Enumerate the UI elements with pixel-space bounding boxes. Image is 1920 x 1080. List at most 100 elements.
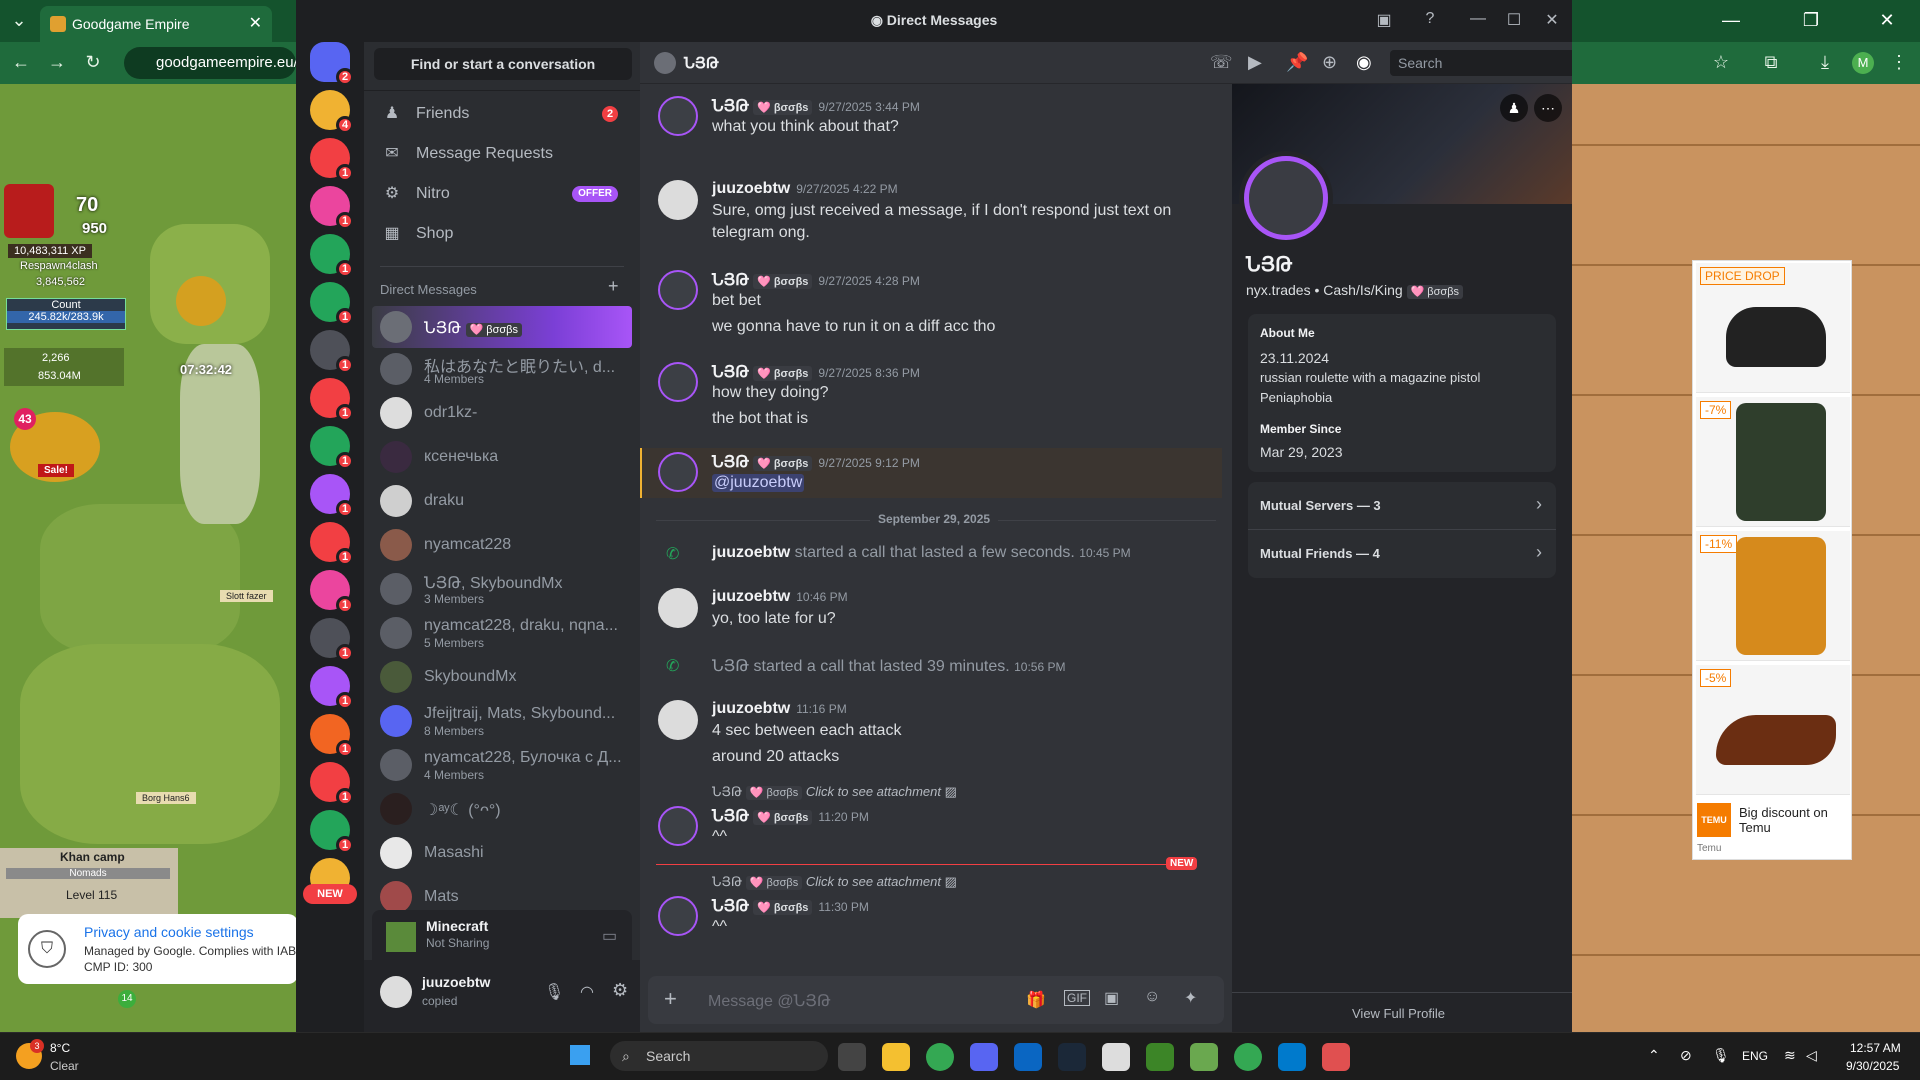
restore-icon[interactable]: ❐: [1800, 10, 1822, 31]
user-name[interactable]: juuzoebtw: [422, 974, 490, 990]
nav-friends[interactable]: ♟ Friends 2: [372, 94, 632, 134]
dm-item[interactable]: nyamcat228, Булочка с Д... 4 Members: [372, 744, 632, 786]
file-explorer-icon[interactable]: [882, 1043, 910, 1071]
bookmark-star-icon[interactable]: ☆: [1710, 52, 1732, 73]
call-who[interactable]: juuzoebtw: [712, 544, 790, 561]
guild-icon-13[interactable]: 1: [310, 666, 354, 710]
download-icon[interactable]: ⤓: [1814, 52, 1836, 73]
chat-search-input[interactable]: Search⌕: [1390, 50, 1572, 76]
gift-icon[interactable]: 🎁: [1026, 990, 1046, 1010]
reload-icon[interactable]: ↻: [82, 52, 104, 73]
voice-call-icon[interactable]: ☏: [1210, 52, 1233, 73]
taskbar-search[interactable]: ⌕ Search: [610, 1041, 828, 1071]
guild-icon-6[interactable]: 1: [310, 330, 354, 374]
mail-app-icon[interactable]: [1322, 1043, 1350, 1071]
dm-item[interactable]: draku: [372, 480, 632, 522]
avatar[interactable]: [658, 270, 698, 310]
tab-goodgame-empire[interactable]: Goodgame Empire ✕: [40, 6, 272, 42]
guild-icon-5[interactable]: 1: [310, 282, 354, 326]
settings-gear-icon[interactable]: ⚙: [612, 980, 628, 1001]
find-conversation-button[interactable]: Find or start a conversation: [374, 48, 632, 80]
dm-item[interactable]: odr1kz-: [372, 392, 632, 434]
chat-title[interactable]: ՆՅԹ: [684, 54, 719, 72]
guild-icon-11[interactable]: 1: [310, 570, 354, 614]
camp-panel[interactable]: Khan camp Nomads Level 115: [0, 848, 178, 918]
guild-icon-16[interactable]: 1: [310, 810, 354, 854]
guild-icon-3[interactable]: 1: [310, 186, 354, 230]
dm-item[interactable]: ☽ᵃʸ☾ (°ᴖ°): [372, 788, 632, 830]
avatar[interactable]: [658, 896, 698, 936]
reply-preview[interactable]: ՆՅԹ 🩷 βσσβs Click to see attachment ▨: [712, 874, 957, 890]
player-banner-icon[interactable]: [4, 184, 54, 238]
video-call-icon[interactable]: ▶: [1248, 52, 1262, 73]
mouse-app-icon[interactable]: [1102, 1043, 1130, 1071]
reply-preview[interactable]: ՆՅԹ 🩷 βσσβs Click to see attachment ▨: [712, 784, 957, 800]
guild-icon-8[interactable]: 1: [310, 426, 354, 470]
user-avatar[interactable]: [380, 976, 412, 1008]
dm-item-active[interactable]: ՆՅԹ 🩷 βσσβs: [372, 306, 632, 348]
ad-product-jacket-yellow[interactable]: -11%: [1696, 531, 1850, 661]
minimize-icon[interactable]: —: [1720, 10, 1742, 31]
user-profile-icon[interactable]: ◉: [1356, 52, 1372, 73]
author[interactable]: juuzoebtw: [712, 588, 790, 605]
guild-icon-1[interactable]: 4: [310, 90, 354, 134]
author[interactable]: ՆՅԹ: [712, 364, 749, 381]
wifi-icon[interactable]: ≋: [1784, 1047, 1796, 1064]
steam-icon[interactable]: [1058, 1043, 1086, 1071]
linkedin-icon[interactable]: [1014, 1043, 1042, 1071]
author[interactable]: ՆՅԹ: [712, 898, 749, 915]
microphone-icon[interactable]: 🎙: [544, 982, 564, 1002]
ad-product-jacket-green[interactable]: -7%: [1696, 397, 1850, 527]
mutual-friends-row[interactable]: Mutual Friends — 4 ›: [1248, 530, 1556, 578]
guild-icon-2[interactable]: 1: [310, 138, 354, 182]
add-friend-icon[interactable]: ♟: [1500, 94, 1528, 122]
profile-avatar[interactable]: [1244, 156, 1328, 240]
nav-nitro[interactable]: ⚙ Nitro OFFER: [372, 174, 632, 214]
discord-icon[interactable]: [970, 1043, 998, 1071]
dm-item[interactable]: nyamcat228: [372, 524, 632, 566]
guild-icon-12[interactable]: 1: [310, 618, 354, 662]
attach-plus-icon[interactable]: +: [664, 986, 677, 1012]
tray-chevron-icon[interactable]: ⌃: [1648, 1047, 1660, 1064]
headphones-icon[interactable]: ◠: [580, 982, 594, 1002]
gif-icon[interactable]: GIF: [1064, 990, 1090, 1006]
new-unreads-pill[interactable]: NEW: [303, 884, 357, 904]
menu-icon[interactable]: ⋮: [1888, 52, 1910, 73]
dm-item[interactable]: ՆՅԹ, SkyboundMx 3 Members: [372, 568, 632, 610]
tab-list-icon[interactable]: ⌄: [8, 10, 30, 31]
dm-item[interactable]: SkyboundMx: [372, 656, 632, 698]
castle-label-1[interactable]: Slott fazer: [220, 590, 273, 602]
mention-pill[interactable]: @juuzoebtw: [712, 474, 805, 492]
forward-icon[interactable]: →: [46, 52, 68, 73]
vscode-icon[interactable]: [1278, 1043, 1306, 1071]
castle-label-2[interactable]: Borg Hans6: [136, 792, 196, 804]
close-tab-icon[interactable]: ✕: [249, 6, 262, 42]
guild-icon-4[interactable]: 1: [310, 234, 354, 278]
help-icon[interactable]: ?: [1418, 10, 1442, 28]
emoji-icon[interactable]: ☺: [1144, 988, 1160, 1006]
nav-shop[interactable]: ▦ Shop: [372, 214, 632, 254]
avatar[interactable]: [658, 180, 698, 220]
author[interactable]: juuzoebtw: [712, 700, 790, 717]
minecraft-icon[interactable]: [1146, 1043, 1174, 1071]
avatar[interactable]: [658, 452, 698, 492]
dm-item[interactable]: 私はあなたと眠りたい, d... 4 Members: [372, 348, 632, 390]
avatar[interactable]: [658, 806, 698, 846]
author[interactable]: juuzoebtw: [712, 180, 790, 197]
guild-icon-15[interactable]: 1: [310, 762, 354, 806]
chrome-icon[interactable]: [926, 1043, 954, 1071]
mutual-servers-row[interactable]: Mutual Servers — 3 ›: [1248, 482, 1556, 530]
task-view-icon[interactable]: [838, 1043, 866, 1071]
event-timer-icon[interactable]: [176, 276, 226, 326]
activity-panel[interactable]: Minecraft Not Sharing ▭: [372, 910, 632, 962]
call-who[interactable]: ՆՅԹ: [712, 658, 749, 675]
ad-footer[interactable]: Big discount on Temu: [1739, 805, 1849, 835]
profile-avatar[interactable]: M: [1852, 52, 1874, 74]
dm-item[interactable]: Jfeijtraij, Mats, Skybound... 8 Members: [372, 700, 632, 742]
volume-icon[interactable]: ◁: [1806, 1047, 1817, 1064]
screen-share-icon[interactable]: ▭: [602, 926, 617, 946]
clock-time[interactable]: 12:57 AM: [1850, 1041, 1901, 1055]
temu-ad[interactable]: PRICE DROP -7% -11% -5% TEMU Big discoun…: [1692, 260, 1852, 860]
guild-icon-14[interactable]: 1: [310, 714, 354, 758]
author[interactable]: ՆՅԹ: [712, 98, 749, 115]
